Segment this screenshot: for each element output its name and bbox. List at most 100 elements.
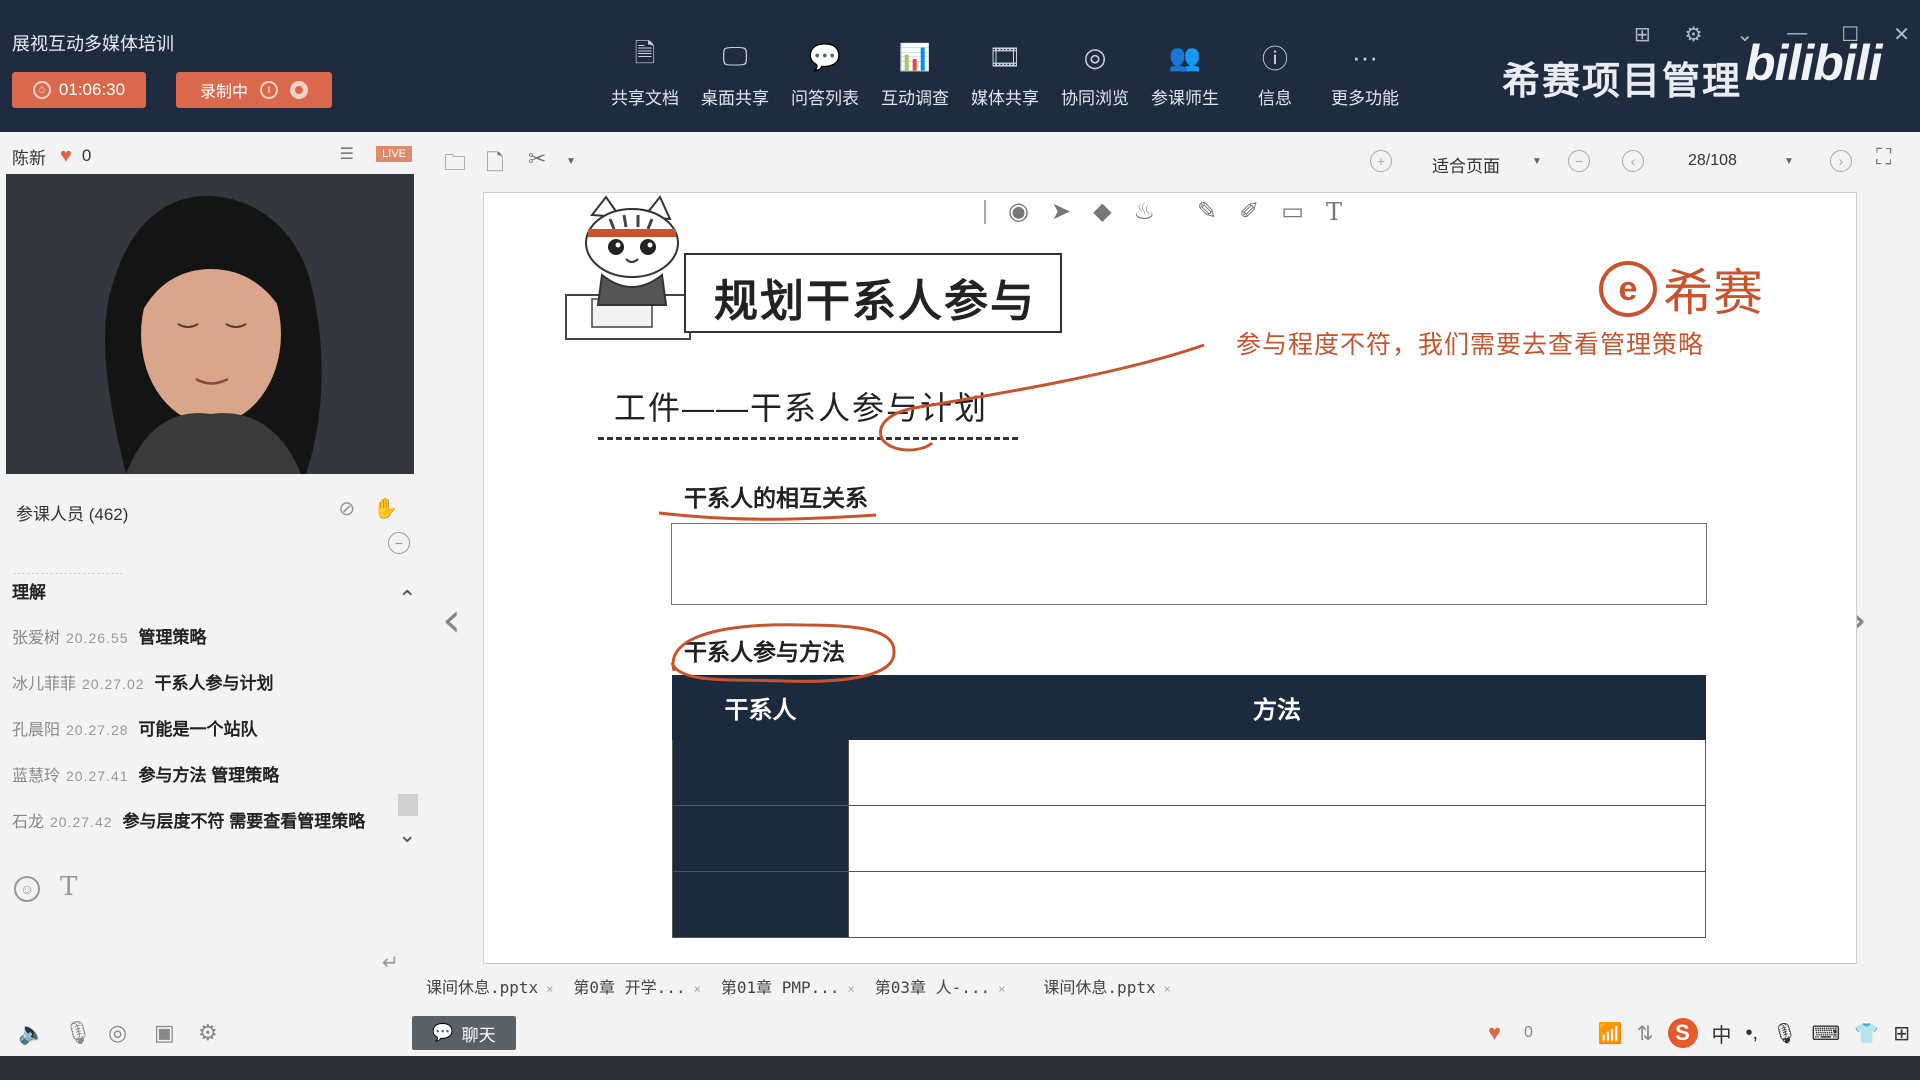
stop-record-icon[interactable] xyxy=(290,81,308,99)
file-tab-close-icon[interactable]: × xyxy=(546,982,553,996)
file-tab[interactable]: 课间休息.pptx × xyxy=(1039,974,1174,1004)
chat-truncated-line: …………………… xyxy=(12,562,124,574)
chat-time: 20.27.41 xyxy=(66,768,129,784)
heart-icon-bottom[interactable]: ♥ xyxy=(1488,1020,1501,1046)
sogou-ime-icon[interactable]: S xyxy=(1667,1018,1698,1048)
toolbox-icon[interactable]: ⊞ xyxy=(1893,1021,1910,1046)
voice-input-icon[interactable]: 🎙 xyxy=(1772,1021,1797,1046)
raise-hand-icon[interactable]: ✋ xyxy=(373,496,398,521)
file-tab[interactable]: 第03章 人-... × xyxy=(871,974,1010,1004)
fit-page-select[interactable]: 适合页面 xyxy=(1432,152,1500,177)
file-tabs: 课间休息.pptx × 第0章 开学... × 第01章 PMP... × 第03章 人-.… xyxy=(420,974,1420,1004)
recording-button[interactable]: 录制中 ‖ xyxy=(176,72,332,108)
toolbar-info-button[interactable]: ⓘ 信息 xyxy=(1230,40,1320,109)
page-counter[interactable]: 28/108 xyxy=(1688,152,1737,170)
toolbar-qa-list-button[interactable]: 💬 问答列表 xyxy=(780,40,870,109)
method-table-body xyxy=(672,739,1706,938)
prev-page-icon[interactable]: ‹ xyxy=(1622,150,1644,172)
file-tab-close-icon[interactable]: × xyxy=(848,982,855,996)
fit-page-caret-icon[interactable]: ▼ xyxy=(1532,156,1542,167)
toolbar-desktop-share-button[interactable]: 🖵 桌面共享 xyxy=(690,40,780,109)
file-tab-label: 第0章 开学... xyxy=(573,978,686,997)
file-tab-close-icon[interactable]: × xyxy=(998,982,1005,996)
scroll-down-icon[interactable]: ⌄ xyxy=(398,822,416,848)
toolbar-media-share-button[interactable]: 🎞 媒体共享 xyxy=(960,40,1050,109)
pause-icon[interactable]: ‖ xyxy=(260,81,278,99)
emoji-icon[interactable]: ☺ xyxy=(14,876,40,902)
file-tab-close-icon[interactable]: × xyxy=(1164,982,1171,996)
chat-button[interactable]: 💬 聊天 xyxy=(412,1016,516,1050)
method-cell xyxy=(848,805,1706,872)
chat-text: 参与方法 管理策略 xyxy=(138,766,280,785)
stakeholder-cell xyxy=(672,739,849,806)
new-file-icon[interactable]: 🗋 xyxy=(486,146,504,184)
next-page-icon[interactable]: › xyxy=(1830,150,1852,172)
file-tab[interactable]: 课间休息.pptx × xyxy=(422,974,557,1004)
zoom-out-icon[interactable]: − xyxy=(1568,150,1590,172)
toolbar-share-doc-button[interactable]: 🗎 共享文档 xyxy=(600,38,690,109)
scissors-icon[interactable]: ✂ xyxy=(528,146,546,172)
scrollbar-thumb[interactable] xyxy=(398,794,418,816)
toolbar-more-button[interactable]: ··· 更多功能 xyxy=(1320,40,1410,109)
method-table-row xyxy=(672,739,1706,806)
close-icon[interactable]: ✕ xyxy=(1893,22,1910,47)
file-tab[interactable]: 第0章 开学... × xyxy=(569,974,704,1004)
highlighter-icon[interactable]: ✐ xyxy=(1239,197,1259,226)
open-folder-icon[interactable]: 🗀 xyxy=(444,146,466,184)
more-icon: ··· xyxy=(1352,41,1378,72)
toolbar-co-browse-button[interactable]: ◎ 协同浏览 xyxy=(1050,40,1140,109)
scissors-caret-icon[interactable]: ▼ xyxy=(566,156,576,167)
presenter-bar: 陈新 ♥ 0 ☰ LIVE xyxy=(12,144,412,168)
media-share-icon: 🎞 xyxy=(988,41,1022,72)
scroll-up-icon[interactable]: ⌃ xyxy=(398,586,416,612)
page-caret-icon[interactable]: ▼ xyxy=(1784,156,1794,167)
screen-record-icon[interactable]: ▣ xyxy=(154,1020,175,1046)
select-arrow-icon[interactable]: ➤ xyxy=(1051,197,1071,226)
slide-title: 规划干系人参与 xyxy=(714,277,1036,326)
chat-message: 石龙 20.27.42 参与层度不符 需要查看管理策略 xyxy=(12,809,382,836)
toolbar-survey-button[interactable]: 📊 互动调查 xyxy=(870,40,960,109)
laser-pointer-icon[interactable]: ◉ xyxy=(1008,197,1029,226)
list-menu-icon[interactable]: ☰ xyxy=(340,144,354,164)
chat-time: 20.26.55 xyxy=(66,630,129,646)
chat-text: 管理策略 xyxy=(138,628,207,647)
skin-icon[interactable]: 👕 xyxy=(1854,1021,1879,1046)
settings-icon[interactable]: ⚙ xyxy=(1685,22,1703,47)
text-format-icon[interactable]: T xyxy=(60,872,77,902)
chevron-down-icon[interactable]: ⌄ xyxy=(1737,22,1754,47)
file-tab-close-icon[interactable]: × xyxy=(694,982,701,996)
mute-all-icon[interactable]: ⊘ xyxy=(338,496,355,521)
zoom-in-icon[interactable]: + xyxy=(1370,150,1392,172)
keyboard-icon[interactable]: ⌨ xyxy=(1811,1021,1840,1046)
toolbar-participants-button[interactable]: 👥 参课师生 xyxy=(1140,40,1230,109)
maximize-icon[interactable]: ☐ xyxy=(1841,22,1859,47)
minimize-icon[interactable]: — xyxy=(1787,22,1807,47)
eraser-icon[interactable]: ◆ xyxy=(1093,197,1111,226)
relationship-heading: 干系人的相互关系 xyxy=(684,485,868,511)
send-icon[interactable]: ↵ xyxy=(382,950,399,975)
desktop-share-icon: 🖵 xyxy=(722,41,748,71)
pen-icon[interactable]: ✎ xyxy=(1197,197,1217,226)
clear-icon[interactable]: ♨ xyxy=(1134,197,1156,226)
timer-button[interactable]: ⏱ 01:06:30 xyxy=(12,72,146,108)
heart-icon[interactable]: ♥ xyxy=(60,145,72,168)
fullscreen-icon[interactable]: ⛶ xyxy=(1876,144,1891,170)
rectangle-icon[interactable]: ▭ xyxy=(1281,197,1304,226)
ime-language[interactable]: 中 xyxy=(1712,1019,1732,1048)
collapse-icon[interactable]: − xyxy=(388,532,410,554)
prev-slide-arrow[interactable]: ‹ xyxy=(442,592,461,648)
toolbar-label: 更多功能 xyxy=(1331,89,1399,108)
microphone-icon[interactable]: 🎙 xyxy=(64,1020,92,1046)
text-tool-icon[interactable]: T xyxy=(1326,198,1342,226)
document-area: 🗀 🗋 ✂ ▼ + 适合页面 ▼ − ‹ 28/108 ▼ › ⛶ ‹ › ◉ … xyxy=(420,132,1920,1054)
speaker-icon[interactable]: 🔈 xyxy=(18,1020,45,1046)
bottom-settings-icon[interactable]: ⚙ xyxy=(198,1020,218,1046)
punctuation-icon[interactable]: •, xyxy=(1746,1022,1759,1045)
stakeholder-cell xyxy=(672,871,849,938)
document-toolbar: 🗀 🗋 ✂ ▼ + 适合页面 ▼ − ‹ 28/108 ▼ › ⛶ xyxy=(420,132,1920,177)
chat-time: 20.27.02 xyxy=(82,676,145,692)
annotation-toolbar: ◉ ➤ ◆ ♨ ✎ ✐ ▭ T xyxy=(984,197,1342,226)
file-tab[interactable]: 第01章 PMP... × xyxy=(717,974,859,1004)
camera-icon[interactable]: ◎ xyxy=(108,1020,127,1046)
screen-layout-icon[interactable]: ⊞ xyxy=(1634,22,1651,47)
